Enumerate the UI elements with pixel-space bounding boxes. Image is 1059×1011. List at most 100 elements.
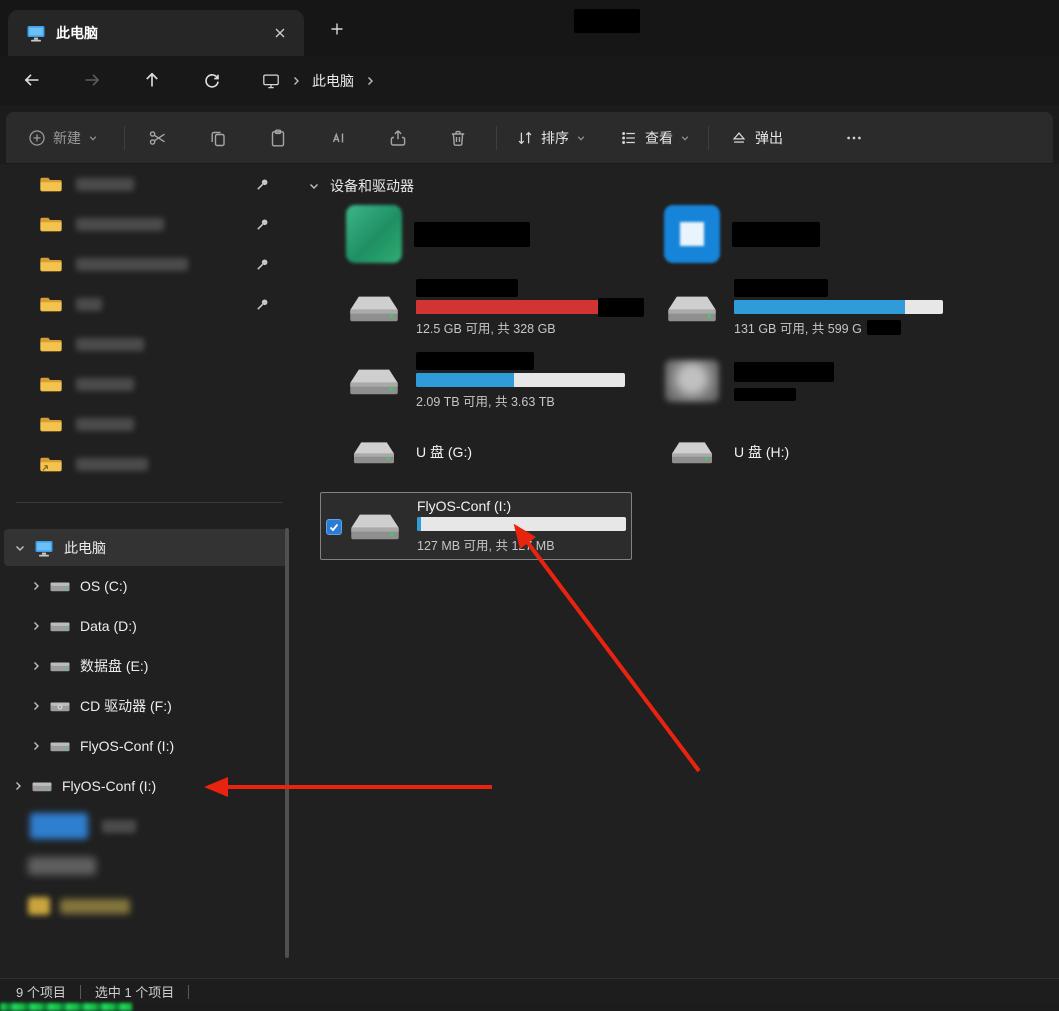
chevron-right-icon[interactable]: [12, 780, 24, 792]
chevron-right-icon[interactable]: [30, 660, 42, 672]
blurred-label: [76, 418, 134, 431]
blurred-item-tile[interactable]: [320, 202, 632, 266]
sidebar-item-blurred[interactable]: [0, 806, 298, 846]
chevron-down-icon[interactable]: [14, 542, 26, 554]
share-icon: [388, 128, 408, 148]
cut-button[interactable]: [136, 112, 180, 164]
view-button-label: 查看: [645, 128, 673, 148]
hard-drive-icon: [664, 289, 720, 327]
sidebar-item-blurred[interactable]: [0, 886, 298, 926]
explorer-tab[interactable]: 此电脑: [8, 10, 304, 56]
refresh-button[interactable]: [194, 62, 230, 98]
selection-checkbox[interactable]: [326, 519, 342, 535]
drive-tile-c[interactable]: 12.5 GB 可用, 共 328 GB: [320, 276, 632, 340]
delete-button[interactable]: [436, 112, 480, 164]
sidebar-item-this-pc[interactable]: 此电脑: [4, 529, 288, 566]
sidebar-item-folder-shortcut[interactable]: [0, 444, 298, 484]
chevron-right-icon[interactable]: [30, 700, 42, 712]
drive-tile-flyos-selected[interactable]: FlyOS-Conf (I:) 127 MB 可用, 共 127 MB: [320, 492, 632, 560]
capacity-bar: [417, 517, 626, 531]
sidebar-item-pinned-folder[interactable]: [0, 204, 298, 244]
folder-icon: [40, 215, 62, 233]
sidebar-item-blurred[interactable]: [0, 846, 298, 886]
file-explorer-window: 此电脑 此电脑: [0, 0, 1059, 1011]
folder-shortcut-icon: [40, 455, 62, 473]
sidebar-scrollbar[interactable]: [285, 528, 289, 958]
check-icon: [329, 522, 339, 532]
drive-label: FlyOS-Conf (I:): [62, 778, 156, 794]
blurred-label: [76, 218, 164, 231]
blurred-label: [76, 338, 144, 351]
sidebar-item-drive-f[interactable]: CD 驱动器 (F:): [0, 686, 298, 726]
section-title: 设备和驱动器: [330, 176, 414, 196]
more-options-button[interactable]: [832, 112, 876, 164]
sidebar-item-drive-e[interactable]: 数据盘 (E:): [0, 646, 298, 686]
blurred-label: [60, 899, 130, 914]
toolbar-divider: [124, 126, 125, 150]
sidebar-item-pinned-folder[interactable]: [0, 164, 298, 204]
sidebar-item-drive-d[interactable]: Data (D:): [0, 606, 298, 646]
share-button[interactable]: [376, 112, 420, 164]
usb-drive-icon: [664, 436, 720, 468]
new-button[interactable]: 新建: [20, 112, 106, 164]
eject-button[interactable]: 弹出: [722, 112, 791, 164]
forward-button[interactable]: [74, 62, 110, 98]
ellipsis-icon: [845, 129, 863, 147]
copy-button[interactable]: [196, 112, 240, 164]
chevron-right-icon[interactable]: [30, 580, 42, 592]
redacted-label: [734, 388, 796, 401]
chevron-down-icon: [88, 133, 98, 143]
drive-tile-e[interactable]: 2.09 TB 可用, 共 3.63 TB: [320, 349, 632, 413]
pin-icon: [255, 177, 270, 192]
sidebar-item-pinned-folder[interactable]: [0, 284, 298, 324]
sidebar-item-drive-i[interactable]: FlyOS-Conf (I:): [0, 726, 298, 766]
usb-drive-icon: [346, 436, 402, 468]
breadcrumb: 此电脑: [250, 64, 388, 98]
section-header-devices[interactable]: 设备和驱动器: [308, 176, 414, 196]
toolbar-divider: [708, 126, 709, 150]
view-button[interactable]: 查看: [612, 112, 698, 164]
drive-tile-usb-g[interactable]: U 盘 (G:): [320, 428, 632, 476]
redacted-label: [414, 222, 530, 247]
blurred-label: [102, 820, 136, 833]
back-button[interactable]: [14, 62, 50, 98]
chevron-right-icon[interactable]: [30, 740, 42, 752]
rename-button[interactable]: [316, 112, 360, 164]
copy-icon: [208, 128, 228, 148]
drive-tile-d[interactable]: 131 GB 可用, 共 599 G: [638, 276, 950, 340]
tab-close-button[interactable]: [268, 21, 292, 45]
capacity-text: 131 GB 可用, 共 599 G: [734, 318, 862, 337]
paste-button[interactable]: [256, 112, 300, 164]
sidebar-item-folder[interactable]: [0, 324, 298, 364]
capacity-bar-fill: [416, 300, 617, 314]
up-button[interactable]: [134, 62, 170, 98]
computer-icon[interactable]: [262, 72, 280, 90]
blurred-item-tile[interactable]: [638, 202, 950, 266]
this-pc-icon: [34, 538, 54, 558]
sidebar-item-pinned-folder[interactable]: [0, 244, 298, 284]
drive-icon: [50, 659, 70, 673]
capacity-bar: [734, 300, 943, 314]
clipboard-icon: [268, 128, 288, 148]
drive-tile-usb-h[interactable]: U 盘 (H:): [638, 428, 950, 476]
breadcrumb-this-pc[interactable]: 此电脑: [312, 71, 354, 91]
chevron-right-icon[interactable]: [30, 620, 42, 632]
rename-icon: [328, 128, 348, 148]
new-plus-icon: [28, 129, 46, 147]
drive-label: Data (D:): [80, 618, 137, 634]
blurred-app-icon: [346, 205, 402, 263]
folder-icon: [40, 375, 62, 393]
trash-icon: [448, 128, 468, 148]
tab-title: 此电脑: [56, 23, 98, 43]
new-tab-button[interactable]: [324, 16, 350, 42]
sidebar-item-drive-c[interactable]: OS (C:): [0, 566, 298, 606]
sidebar-item-drive-i-root[interactable]: FlyOS-Conf (I:): [0, 766, 298, 806]
blurred-cd-tile[interactable]: [638, 349, 950, 413]
sidebar-item-folder[interactable]: [0, 404, 298, 444]
redacted-label: [732, 222, 820, 247]
capacity-text: 2.09 TB 可用, 共 3.63 TB: [416, 391, 626, 410]
capacity-bar: [416, 300, 625, 314]
sort-button[interactable]: 排序: [508, 112, 594, 164]
drive-label: OS (C:): [80, 578, 127, 594]
sidebar-item-folder[interactable]: [0, 364, 298, 404]
